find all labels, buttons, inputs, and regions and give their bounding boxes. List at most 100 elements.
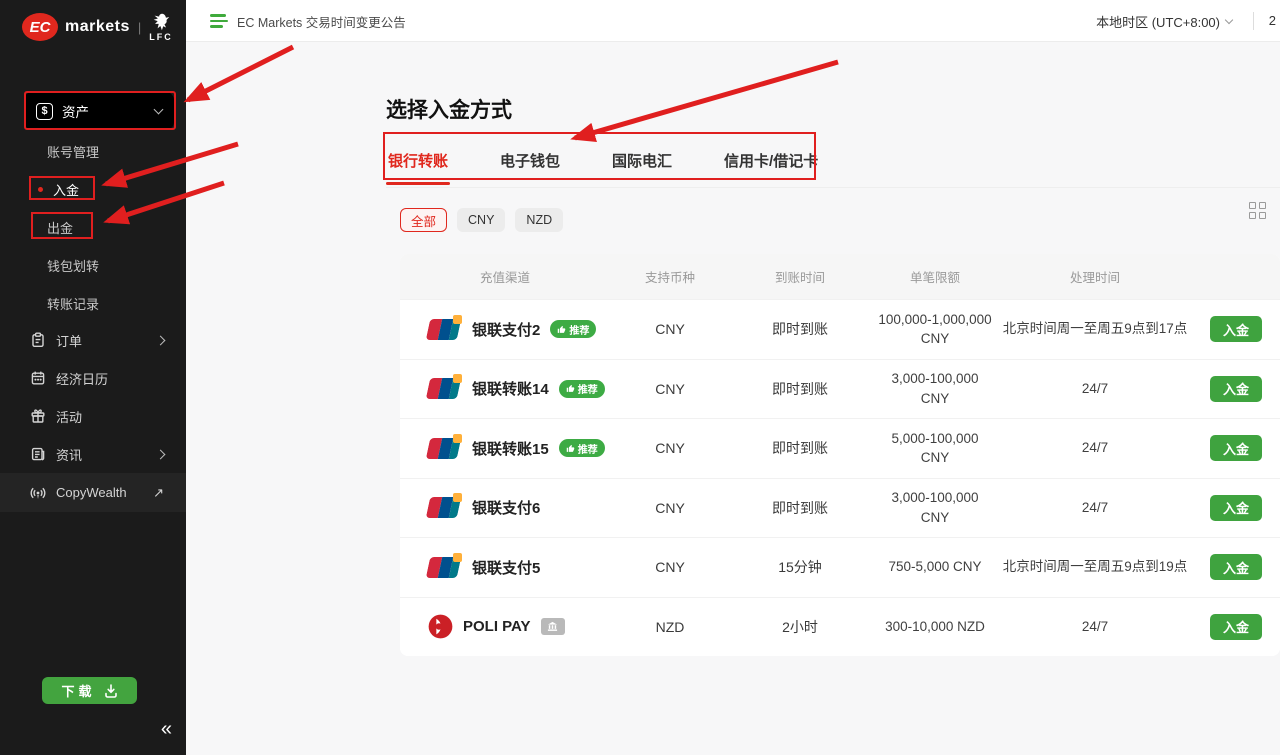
brand-logo[interactable]: EC markets | LFC [22, 12, 173, 42]
limit-cell: 300-10,000 NZD [870, 617, 1000, 637]
arrival-cell: 即时到账 [730, 319, 870, 339]
processing-cell: 北京时间周一至周五9点到17点 [1000, 319, 1190, 339]
column-header: 充值渠道 [400, 267, 610, 286]
channel-name: 银联支付6 [472, 497, 540, 518]
sidebar-item-news[interactable]: 资讯 [0, 435, 186, 473]
sidebar-item-deposit[interactable]: 入金 [0, 170, 186, 208]
channel-name: 银联支付5 [472, 557, 540, 578]
sidebar-collapse-button[interactable]: « [161, 718, 172, 741]
currency-cell: CNY [610, 381, 730, 397]
filter-all[interactable]: 全部 [400, 208, 447, 232]
broadcast-icon [30, 485, 46, 501]
column-header: 处理时间 [1000, 267, 1190, 286]
column-header: 到账时间 [730, 267, 870, 286]
sub-item-label: 入金 [53, 180, 79, 199]
dollar-square-icon: $ [36, 103, 53, 120]
limit-cell: 5,000-100,000 CNY [870, 429, 1000, 468]
timezone-selector[interactable]: 本地时区 (UTC+8:00) [1096, 0, 1232, 42]
unionpay-icon [428, 318, 462, 341]
page-title: 选择入金方式 [386, 94, 1280, 124]
deposit-button[interactable]: 入金 [1210, 376, 1262, 402]
deposit-button[interactable]: 入金 [1210, 614, 1262, 640]
sub-item-label: 钱包划转 [47, 256, 99, 275]
chevron-down-icon [154, 105, 164, 115]
sidebar-item-promotions[interactable]: 活动 [0, 397, 186, 435]
currency-cell: CNY [610, 321, 730, 337]
thumbs-up-icon [557, 325, 566, 334]
deposit-button[interactable]: 入金 [1210, 435, 1262, 461]
ec-logo-icon: EC [22, 13, 58, 41]
unionpay-icon [428, 437, 462, 460]
sidebar-item-account-management[interactable]: 账号管理 [0, 132, 186, 170]
sidebar-menu: 订单 经济日历 [0, 321, 186, 512]
announcement-link[interactable]: EC Markets 交易时间变更公告 [210, 0, 406, 42]
sidebar-item-assets[interactable]: $ 资产 [24, 92, 174, 130]
recommended-badge: 推荐 [550, 320, 596, 338]
timezone-label: 本地时区 (UTC+8:00) [1096, 12, 1220, 31]
main-content: 选择入金方式 银行转账 电子钱包 国际电汇 信用卡/借记卡 全部 CNY NZD… [186, 42, 1280, 755]
sub-item-label: 账号管理 [47, 142, 99, 161]
sidebar-item-economic-calendar[interactable]: 经济日历 [0, 359, 186, 397]
recommended-badge: 推荐 [559, 439, 605, 457]
currency-cell: CNY [610, 559, 730, 575]
channel-cell: 银联转账15 推荐 [400, 437, 610, 460]
tab-e-wallet[interactable]: 电子钱包 [498, 146, 562, 187]
topbar-partial-text: 2 [1269, 13, 1276, 28]
menu-item-label: 资讯 [56, 445, 147, 464]
sidebar-item-transfer-records[interactable]: 转账记录 [0, 284, 186, 322]
logo-divider: | [138, 20, 141, 35]
poli-pay-icon [428, 614, 453, 639]
sub-item-label: 出金 [47, 218, 73, 237]
filter-nzd[interactable]: NZD [515, 208, 563, 232]
calendar-icon [30, 370, 46, 386]
processing-cell: 24/7 [1000, 498, 1190, 518]
brand-name: markets [65, 18, 130, 36]
assets-submenu: 账号管理 入金 出金 钱包划转 转账记录 [0, 132, 186, 322]
channel-name: 银联转账14 [472, 378, 549, 399]
channel-name: 银联转账15 [472, 438, 549, 459]
filter-cny[interactable]: CNY [457, 208, 505, 232]
table-row: 银联支付6 CNY 即时到账 3,000-100,000 CNY 24/7 入金 [400, 478, 1280, 538]
sidebar-item-orders[interactable]: 订单 [0, 321, 186, 359]
currency-cell: NZD [610, 619, 730, 635]
tab-international-wire[interactable]: 国际电汇 [610, 146, 674, 187]
lfc-label: LFC [149, 32, 173, 42]
download-label: 下载 [61, 681, 95, 700]
table-row: POLI PAY NZD 2小时 300-10,000 NZD 24/7 入金 [400, 597, 1280, 657]
arrival-cell: 15分钟 [730, 557, 870, 577]
unionpay-icon [428, 377, 462, 400]
channel-name: 银联支付2 [472, 319, 540, 340]
processing-cell: 24/7 [1000, 617, 1190, 637]
badge-label: 推荐 [578, 441, 598, 456]
arrival-cell: 即时到账 [730, 498, 870, 518]
sidebar-item-wallet-transfer[interactable]: 钱包划转 [0, 246, 186, 284]
channel-cell: POLI PAY [400, 614, 610, 639]
processing-cell: 24/7 [1000, 438, 1190, 458]
deposit-button[interactable]: 入金 [1210, 316, 1262, 342]
topbar-divider [1253, 12, 1254, 30]
grid-view-toggle-icon[interactable] [1249, 202, 1266, 219]
chevron-right-icon [156, 449, 166, 459]
sub-item-label: 转账记录 [47, 294, 99, 313]
column-header: 单笔限额 [870, 267, 1000, 286]
channel-cell: 银联支付2 推荐 [400, 318, 610, 341]
gift-icon [30, 408, 46, 424]
table-row: 银联支付5 CNY 15分钟 750-5,000 CNY 北京时间周一至周五9点… [400, 537, 1280, 597]
channel-cell: 银联转账14 推荐 [400, 377, 610, 400]
arrival-cell: 即时到账 [730, 379, 870, 399]
active-dot-icon [38, 187, 43, 192]
tab-credit-debit-card[interactable]: 信用卡/借记卡 [722, 146, 820, 187]
sidebar-item-withdraw[interactable]: 出金 [0, 208, 186, 246]
deposit-channels-table: 充值渠道 支持币种 到账时间 单笔限额 处理时间 银联支付2 推荐 [400, 254, 1280, 656]
app-window: EC markets | LFC $ 资产 账号管理 入金 [0, 0, 1280, 755]
table-header-row: 充值渠道 支持币种 到账时间 单笔限额 处理时间 [400, 254, 1280, 299]
download-button[interactable]: 下载 [42, 677, 137, 704]
sidebar-item-copywealth[interactable]: CopyWealth ↗ [0, 473, 186, 512]
menu-item-label: 活动 [56, 407, 164, 426]
tab-bank-transfer[interactable]: 银行转账 [386, 146, 450, 187]
deposit-button[interactable]: 入金 [1210, 495, 1262, 521]
currency-cell: CNY [610, 440, 730, 456]
news-icon [30, 446, 46, 462]
table-row: 银联支付2 推荐 CNY 即时到账 100,000-1,000,000 CNY … [400, 299, 1280, 359]
deposit-button[interactable]: 入金 [1210, 554, 1262, 580]
